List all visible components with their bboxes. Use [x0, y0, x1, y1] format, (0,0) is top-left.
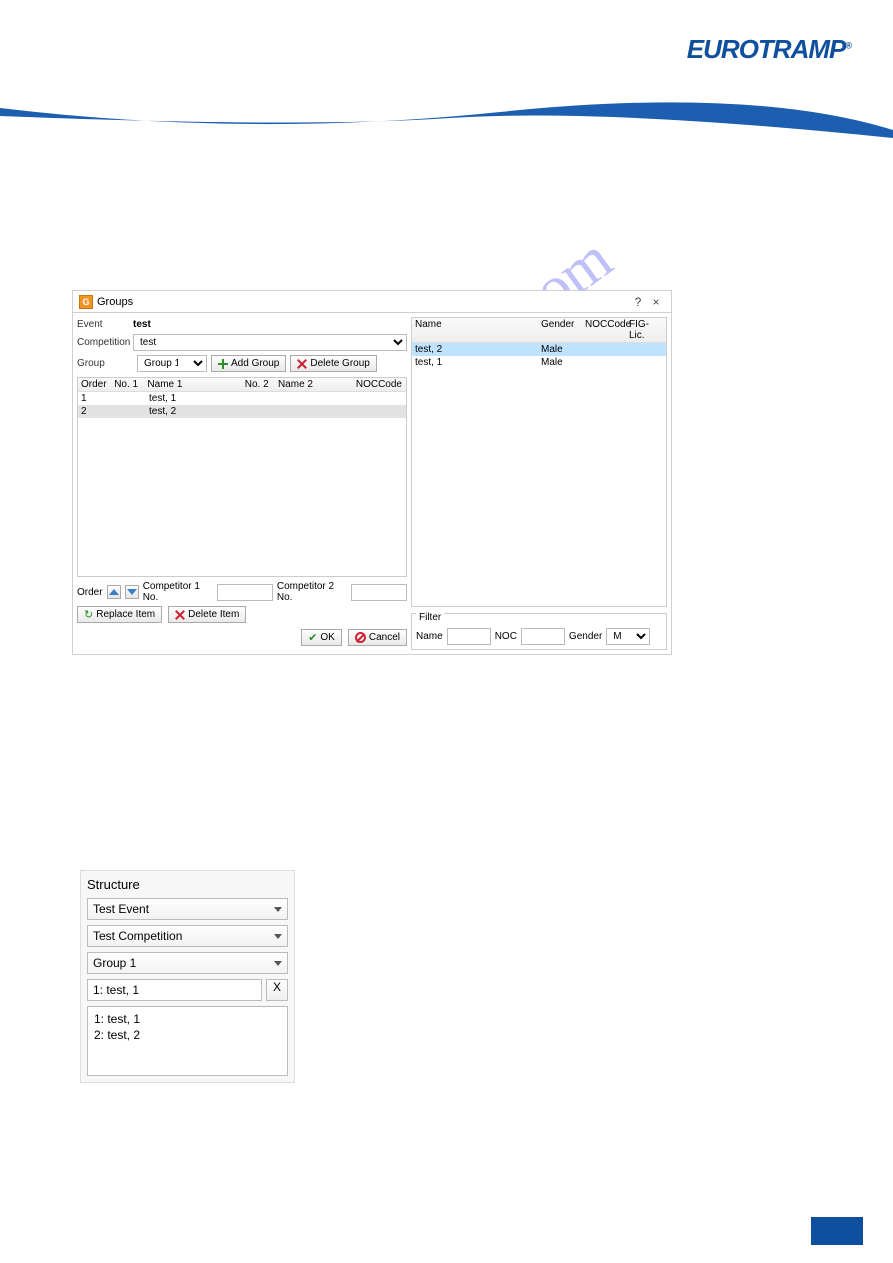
filter-gender-label: Gender: [569, 631, 602, 642]
chevron-down-icon: [274, 961, 282, 966]
brand-logo: EUROTRAMP®: [687, 34, 851, 65]
structure-clear-button[interactable]: X: [266, 979, 288, 1001]
table-row[interactable]: test, 1 Male: [412, 356, 666, 369]
group-order-table[interactable]: Order No. 1 Name 1 No. 2 Name 2 NOCCode …: [77, 377, 407, 577]
structure-current-field[interactable]: 1: test, 1: [87, 979, 262, 1001]
check-icon: ✔: [308, 633, 317, 643]
table-header: Name Gender NOCCode FIG-Lic.: [412, 318, 666, 343]
table-header: Order No. 1 Name 1 No. 2 Name 2 NOCCode: [78, 378, 406, 392]
list-item[interactable]: 1: test, 1: [94, 1011, 281, 1027]
competitor2-input[interactable]: [351, 584, 407, 601]
plus-icon: [218, 359, 228, 369]
close-button[interactable]: ×: [647, 295, 665, 309]
arrow-down-icon: [127, 589, 137, 595]
delete-item-button[interactable]: Delete Item: [168, 606, 246, 623]
list-item[interactable]: 2: test, 2: [94, 1027, 281, 1043]
add-group-button[interactable]: Add Group: [211, 355, 286, 372]
filter-name-input[interactable]: [447, 628, 491, 645]
structure-competition-select[interactable]: Test Competition: [87, 925, 288, 947]
delete-group-button[interactable]: Delete Group: [290, 355, 376, 372]
help-button[interactable]: ?: [629, 295, 647, 309]
order-label: Order: [77, 587, 103, 598]
table-row[interactable]: 1 test, 1: [78, 392, 406, 405]
order-up-button[interactable]: [107, 585, 121, 599]
filter-group: Filter Name NOC Gender Male: [411, 613, 667, 650]
dialog-title: Groups: [97, 296, 133, 308]
competitor2-label: Competitor 2 No.: [277, 581, 347, 603]
competitor1-label: Competitor 1 No.: [143, 581, 213, 603]
page-footer-block: [811, 1217, 863, 1245]
competitor1-input[interactable]: [217, 584, 273, 601]
event-value: test: [133, 319, 151, 330]
chevron-down-icon: [274, 907, 282, 912]
table-row[interactable]: test, 2 Male: [412, 343, 666, 356]
competitors-table[interactable]: Name Gender NOCCode FIG-Lic. test, 2 Mal…: [411, 317, 667, 607]
structure-list[interactable]: 1: test, 1 2: test, 2: [87, 1006, 288, 1076]
structure-panel: Structure Test Event Test Competition Gr…: [80, 870, 295, 1083]
filter-title: Filter: [416, 612, 444, 623]
table-row[interactable]: 2 test, 2: [78, 405, 406, 418]
groups-dialog: G Groups ? × Event test Competition test…: [72, 290, 672, 655]
filter-noc-input[interactable]: [521, 628, 565, 645]
chevron-down-icon: [274, 934, 282, 939]
competition-select[interactable]: test: [133, 334, 407, 351]
cancel-icon: [355, 632, 366, 643]
filter-gender-select[interactable]: Male: [606, 628, 650, 645]
arrow-up-icon: [109, 589, 119, 595]
cancel-button[interactable]: Cancel: [348, 629, 407, 646]
event-label: Event: [77, 319, 133, 330]
group-label: Group: [77, 358, 133, 369]
structure-event-select[interactable]: Test Event: [87, 898, 288, 920]
replace-icon: ↻: [84, 608, 93, 621]
x-icon: [297, 359, 307, 369]
ok-button[interactable]: ✔ OK: [301, 629, 342, 646]
dialog-titlebar[interactable]: G Groups ? ×: [73, 291, 671, 313]
structure-title: Structure: [87, 877, 288, 892]
groups-app-icon: G: [79, 295, 93, 309]
filter-noc-label: NOC: [495, 631, 517, 642]
replace-item-button[interactable]: ↻ Replace Item: [77, 606, 162, 623]
x-icon: [175, 610, 185, 620]
order-down-button[interactable]: [125, 585, 139, 599]
structure-group-select[interactable]: Group 1: [87, 952, 288, 974]
group-select[interactable]: Group 1: [137, 355, 207, 372]
competition-label: Competition: [77, 337, 133, 348]
header-wave: [0, 88, 893, 148]
filter-name-label: Name: [416, 631, 443, 642]
